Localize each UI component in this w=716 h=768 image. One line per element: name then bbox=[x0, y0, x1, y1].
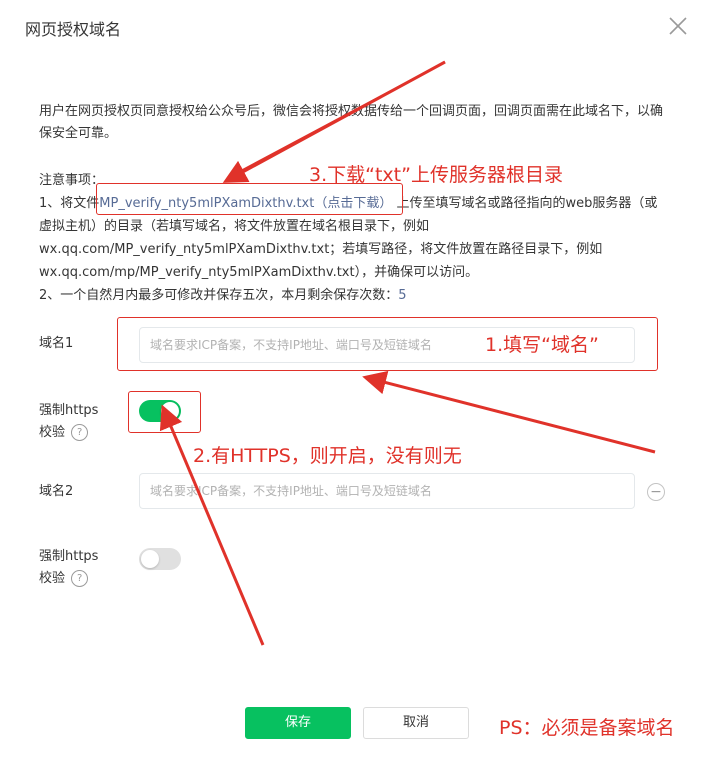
remaining-count: 5 bbox=[398, 288, 407, 303]
domain2-input[interactable] bbox=[139, 473, 635, 509]
toggle-knob bbox=[141, 550, 159, 568]
remove-domain2-button[interactable]: − bbox=[647, 483, 665, 501]
https1-label-line1: 强制https bbox=[39, 403, 99, 418]
notes-item2-prefix: 2、一个自然月内最多可修改并保存五次，本月剩余保存次数： bbox=[39, 288, 399, 303]
description-text: 用户在网页授权页同意授权给公众号后，微信会将授权数据传给一个回调页面，回调页面需… bbox=[39, 104, 664, 141]
https1-label-line2-text: 校验 bbox=[39, 425, 66, 440]
https2-label: 强制https 校验 ? bbox=[39, 546, 98, 590]
notes-title: 注意事项： bbox=[39, 173, 105, 188]
domain2-label: 域名2 bbox=[39, 484, 74, 499]
notes-item-2: 2、一个自然月内最多可修改并保存五次，本月剩余保存次数：5 bbox=[39, 284, 669, 307]
help-icon[interactable]: ? bbox=[71, 570, 89, 587]
https1-label-line2: 校验 ? bbox=[39, 422, 98, 444]
annotation-box-toggle bbox=[128, 391, 201, 433]
https1-label: 强制https 校验 ? bbox=[39, 400, 98, 444]
help-icon[interactable]: ? bbox=[71, 424, 89, 441]
https2-label-line1: 强制https bbox=[39, 549, 99, 564]
annotation-ps: PS：必须是备案域名 bbox=[499, 717, 675, 739]
close-icon[interactable] bbox=[666, 14, 690, 38]
minus-icon: − bbox=[650, 484, 662, 500]
annotation-box-file bbox=[96, 183, 403, 215]
https2-toggle[interactable] bbox=[139, 548, 181, 570]
https2-label-line2-text: 校验 bbox=[39, 571, 66, 586]
notes-item1-prefix: 1、将文件 bbox=[39, 196, 100, 211]
annotation-step2: 2.有HTTPS，则开启，没有则无 bbox=[193, 445, 462, 467]
domain1-label: 域名1 bbox=[39, 336, 74, 351]
cancel-button[interactable]: 取消 bbox=[363, 707, 469, 739]
annotation-step1: 1.填写“域名” bbox=[485, 334, 599, 356]
close-button[interactable] bbox=[666, 14, 690, 38]
save-button[interactable]: 保存 bbox=[245, 707, 351, 739]
annotation-step3: 3.下载“txt”上传服务器根目录 bbox=[309, 164, 563, 186]
dialog-title: 网页授权域名 bbox=[25, 20, 122, 39]
https2-label-line2: 校验 ? bbox=[39, 568, 98, 590]
